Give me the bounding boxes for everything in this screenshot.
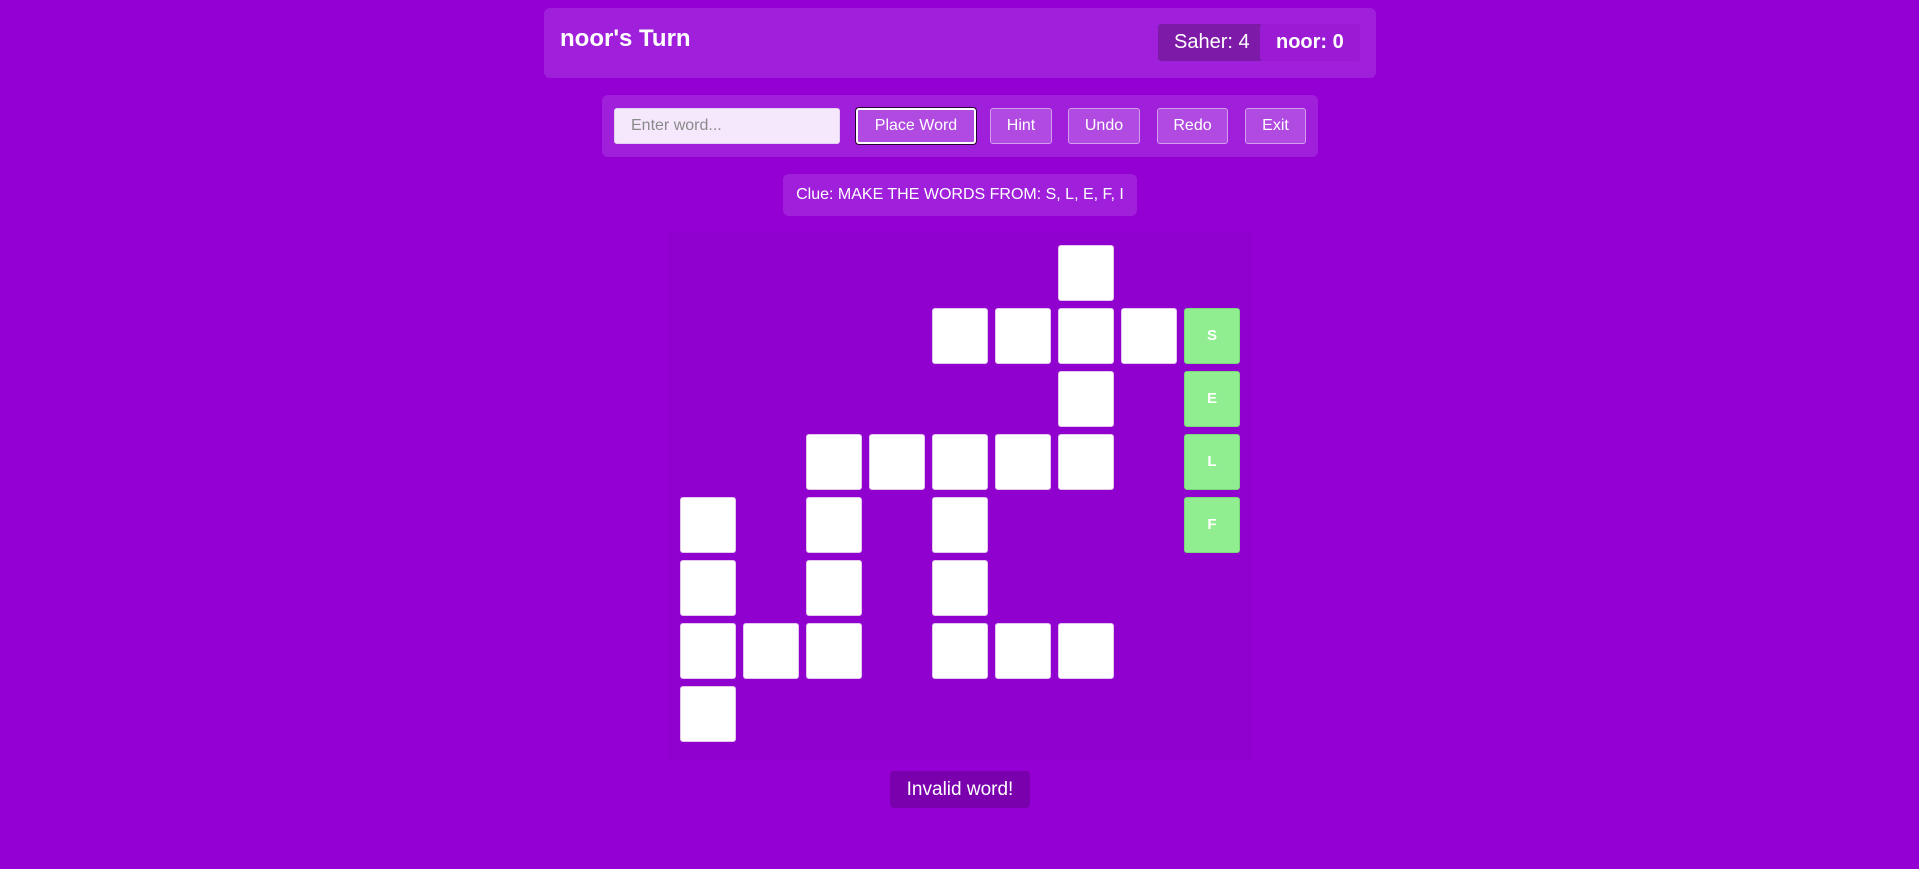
grid-cell[interactable]: [995, 434, 1051, 490]
redo-button[interactable]: Redo: [1157, 108, 1228, 144]
grid-cell[interactable]: [680, 686, 736, 742]
undo-button[interactable]: Undo: [1068, 108, 1140, 144]
grid-cell[interactable]: [1058, 371, 1114, 427]
grid-cell[interactable]: [743, 623, 799, 679]
grid-cell[interactable]: [1121, 308, 1177, 364]
grid-cell[interactable]: [806, 497, 862, 553]
grid-cell-filled[interactable]: S: [1184, 308, 1240, 364]
exit-button[interactable]: Exit: [1245, 108, 1306, 144]
grid-cell[interactable]: [806, 434, 862, 490]
crossword-board: SELF: [667, 232, 1253, 760]
status-message: Invalid word!: [890, 771, 1030, 808]
grid-cell-filled[interactable]: F: [1184, 497, 1240, 553]
grid-cell[interactable]: [680, 623, 736, 679]
grid-cell[interactable]: [1058, 434, 1114, 490]
turn-title: noor's Turn: [560, 25, 691, 52]
grid-cell[interactable]: [932, 434, 988, 490]
grid-cell-filled[interactable]: E: [1184, 371, 1240, 427]
grid-cell[interactable]: [680, 560, 736, 616]
grid-cell[interactable]: [680, 497, 736, 553]
grid-cell[interactable]: [995, 308, 1051, 364]
game-header: noor's Turn Saher: 4 noor: 0: [544, 8, 1376, 78]
grid-cell-filled[interactable]: L: [1184, 434, 1240, 490]
grid-cell[interactable]: [806, 560, 862, 616]
grid-cell[interactable]: [932, 623, 988, 679]
grid-cell[interactable]: [1058, 623, 1114, 679]
grid-cell[interactable]: [1058, 308, 1114, 364]
word-input[interactable]: [614, 108, 840, 144]
grid-cell[interactable]: [995, 623, 1051, 679]
score-noor: noor: 0: [1260, 24, 1360, 61]
grid-cell[interactable]: [869, 434, 925, 490]
grid-cell[interactable]: [932, 497, 988, 553]
grid-cell[interactable]: [932, 560, 988, 616]
grid-cell[interactable]: [806, 623, 862, 679]
controls-bar: Place Word Hint Undo Redo Exit: [602, 95, 1318, 157]
place-word-button[interactable]: Place Word: [856, 108, 976, 144]
grid-cell[interactable]: [932, 308, 988, 364]
grid-cell[interactable]: [1058, 245, 1114, 301]
hint-button[interactable]: Hint: [990, 108, 1052, 144]
score-saher: Saher: 4: [1158, 24, 1266, 61]
clue-text: Clue: MAKE THE WORDS FROM: S, L, E, F, I: [783, 174, 1137, 216]
